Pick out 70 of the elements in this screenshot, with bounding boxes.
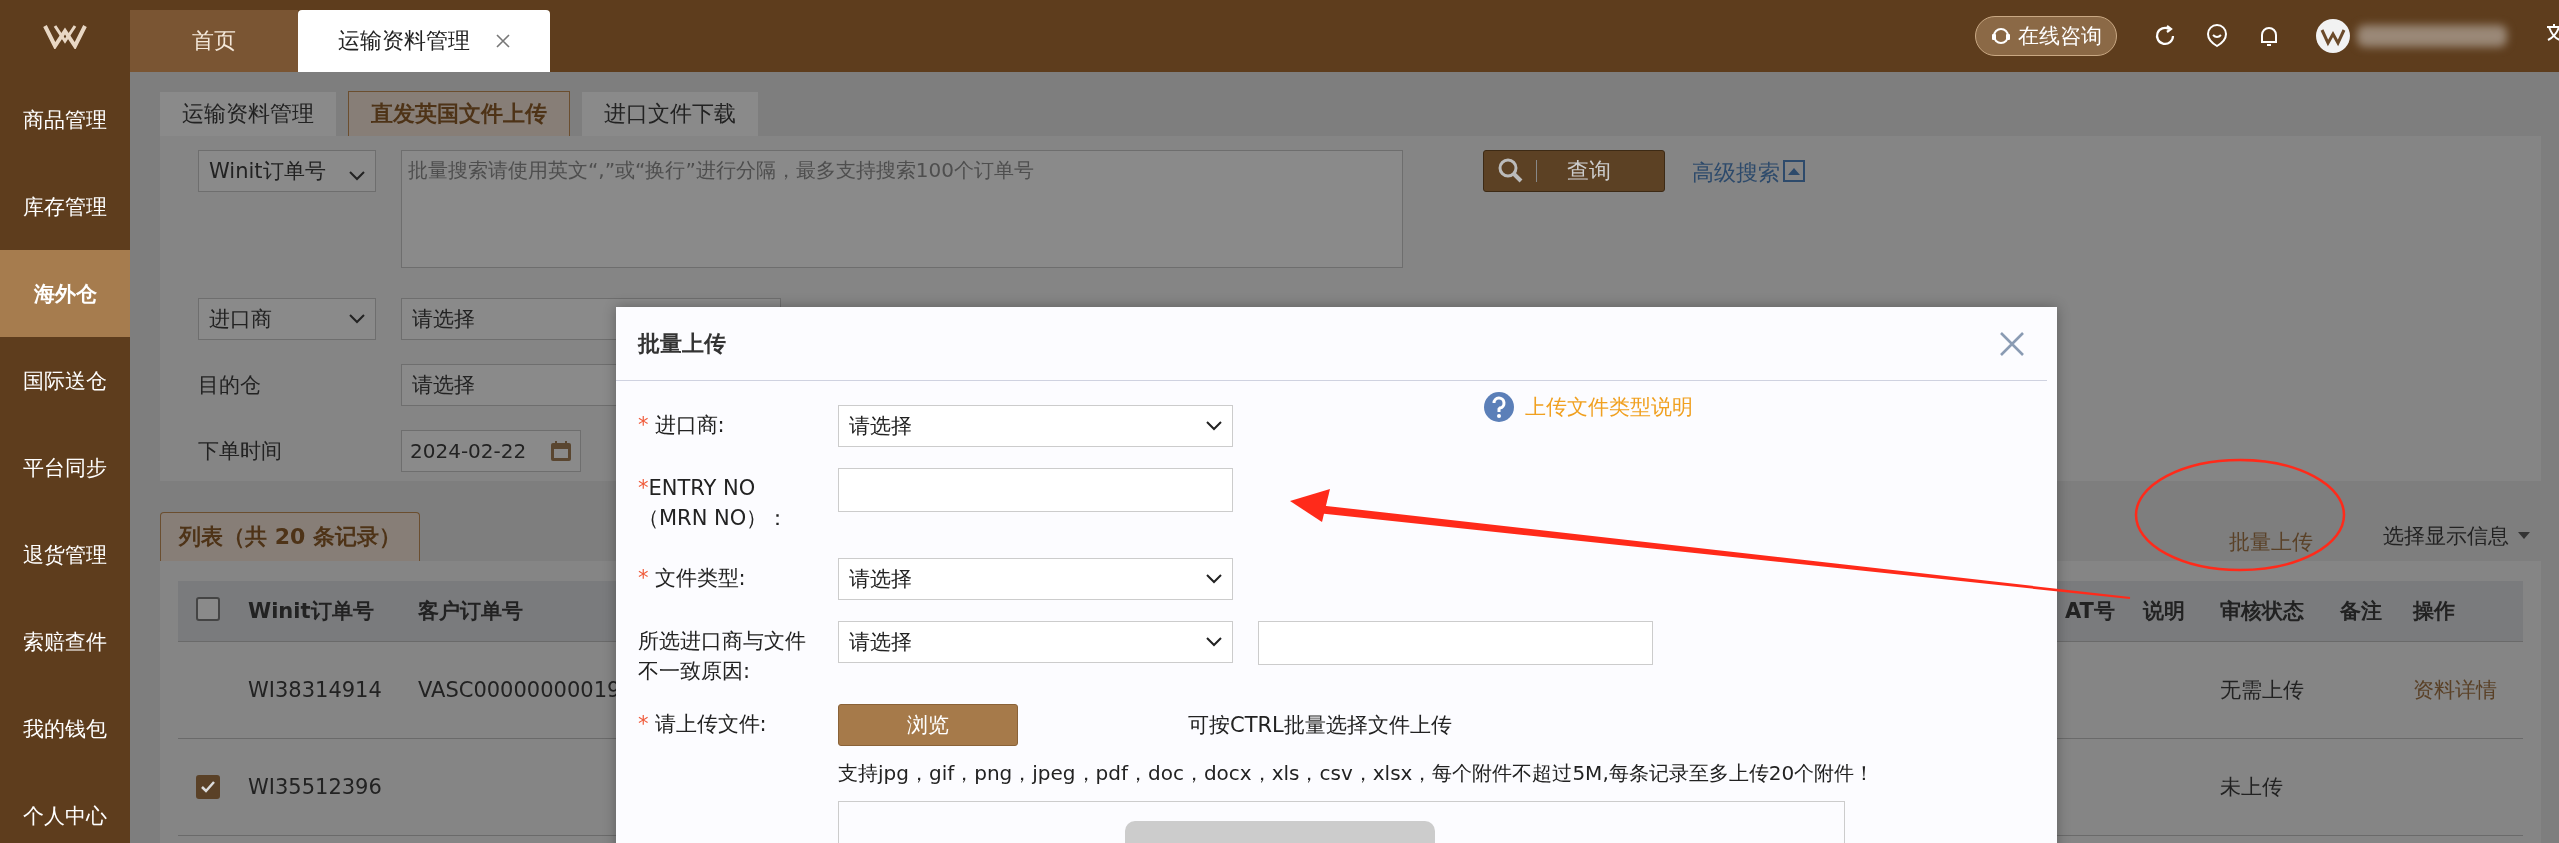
select-field[interactable]: 请选择 [838,558,1233,600]
field-label: * 请上传文件: [638,712,767,736]
list-tab[interactable]: 列表（共 20 条记录） [160,511,420,561]
chevron-down-icon [1206,574,1222,584]
order-search-field[interactable]: 批量搜索请使用英文“,”或“换行”进行分隔，最多支持搜索100个订单号 [401,150,1403,268]
caret-down-icon [2517,531,2531,541]
table-cell: VASC00000000019 [418,678,621,702]
calendar-icon[interactable] [550,440,572,462]
query-button[interactable]: 查询 [1483,150,1665,192]
logo-icon [43,23,87,49]
table-cell: WI35512396 [248,775,382,799]
field-label: * 文件类型: [638,566,746,590]
close-icon[interactable] [1999,330,2025,357]
refresh-icon[interactable] [2153,24,2177,48]
column-header: Winit订单号 [248,599,374,623]
headset-icon [1990,25,2012,47]
input-field[interactable] [1258,621,1653,665]
entry-no-field[interactable] [838,468,1233,512]
close-icon[interactable] [496,34,510,48]
select-field[interactable]: 请选择 [838,405,1233,447]
sub-tab[interactable]: 运输资料管理 [160,92,336,136]
upload-note: 支持jpg，gif，png，jpeg，pdf，doc，docx，xls，csv，xlsx，每个附件不超过5M,每条记录至多上传20个附件！ [838,760,1875,787]
collapse-icon[interactable] [1783,160,1805,182]
sidebar-item[interactable]: 我的钱包 [0,685,130,772]
upload-hint: 可按CTRL批量选择文件上传 [1188,712,1452,739]
sidebar-item[interactable]: 库存管理 [0,163,130,250]
table-cell: 未上传 [2220,775,2283,799]
field-label: 目的仓 [198,372,262,399]
online-consult-button[interactable]: 在线咨询 [1975,16,2117,56]
help-icon[interactable] [1483,391,1515,423]
sidebar-item[interactable]: 海外仓 [0,250,130,337]
column-header: 说明 [2143,599,2185,623]
chevron-down-icon [349,171,365,181]
check-icon [200,780,216,794]
display-options-dropdown[interactable]: 选择显示信息 [2383,522,2531,550]
sub-tab[interactable]: 进口文件下载 [582,92,758,136]
sidebar-item[interactable]: 国际送仓 [0,337,130,424]
browse-button[interactable]: 浏览 [838,704,1018,746]
checkbox[interactable] [196,596,220,621]
importer-type-select[interactable]: 进口商 [198,298,376,340]
field-label: 下单时间 [198,438,283,465]
page-tab[interactable]: 首页 [130,10,298,72]
search-type-select[interactable]: Winit订单号 [198,150,376,192]
select-field[interactable]: 请选择 [838,621,1233,663]
chevron-down-icon [1206,421,1222,431]
checkbox[interactable] [196,775,220,799]
avatar-icon[interactable] [2315,18,2351,54]
sidebar-item[interactable]: 索赔查件 [0,598,130,685]
advanced-search-link[interactable]: 高级搜索 [1692,158,1780,188]
smile-icon[interactable] [2205,24,2229,48]
column-header: 备注 [2340,599,2382,623]
sidebar-item[interactable]: 个人中心 [0,772,130,843]
table-cell: 无需上传 [2220,678,2304,702]
field-label: *ENTRY NO（MRN NO）： [638,476,789,530]
sidebar-item[interactable]: 退货管理 [0,511,130,598]
sidebar-item[interactable]: 平台同步 [0,424,130,511]
column-header: 操作 [2413,599,2455,623]
column-header: AT号 [2065,599,2115,623]
date-field[interactable]: 2024-02-22 [401,430,581,472]
sidebar-item[interactable]: 商品管理 [0,76,130,163]
details-link[interactable]: 资料详情 [2413,676,2503,704]
chevron-down-icon [349,314,365,324]
field-label: * 进口商: [638,413,725,437]
table-cell: WI38314914 [248,678,382,702]
column-header: 审核状态 [2220,599,2304,623]
column-header: 客户订单号 [418,599,523,623]
sub-tab[interactable]: 直发英国文件上传 [348,91,570,136]
field-label: 所选进口商与文件不一致原因: [638,629,806,683]
page-tab[interactable]: 运输资料管理 [298,10,550,72]
chevron-down-icon [1206,637,1222,647]
